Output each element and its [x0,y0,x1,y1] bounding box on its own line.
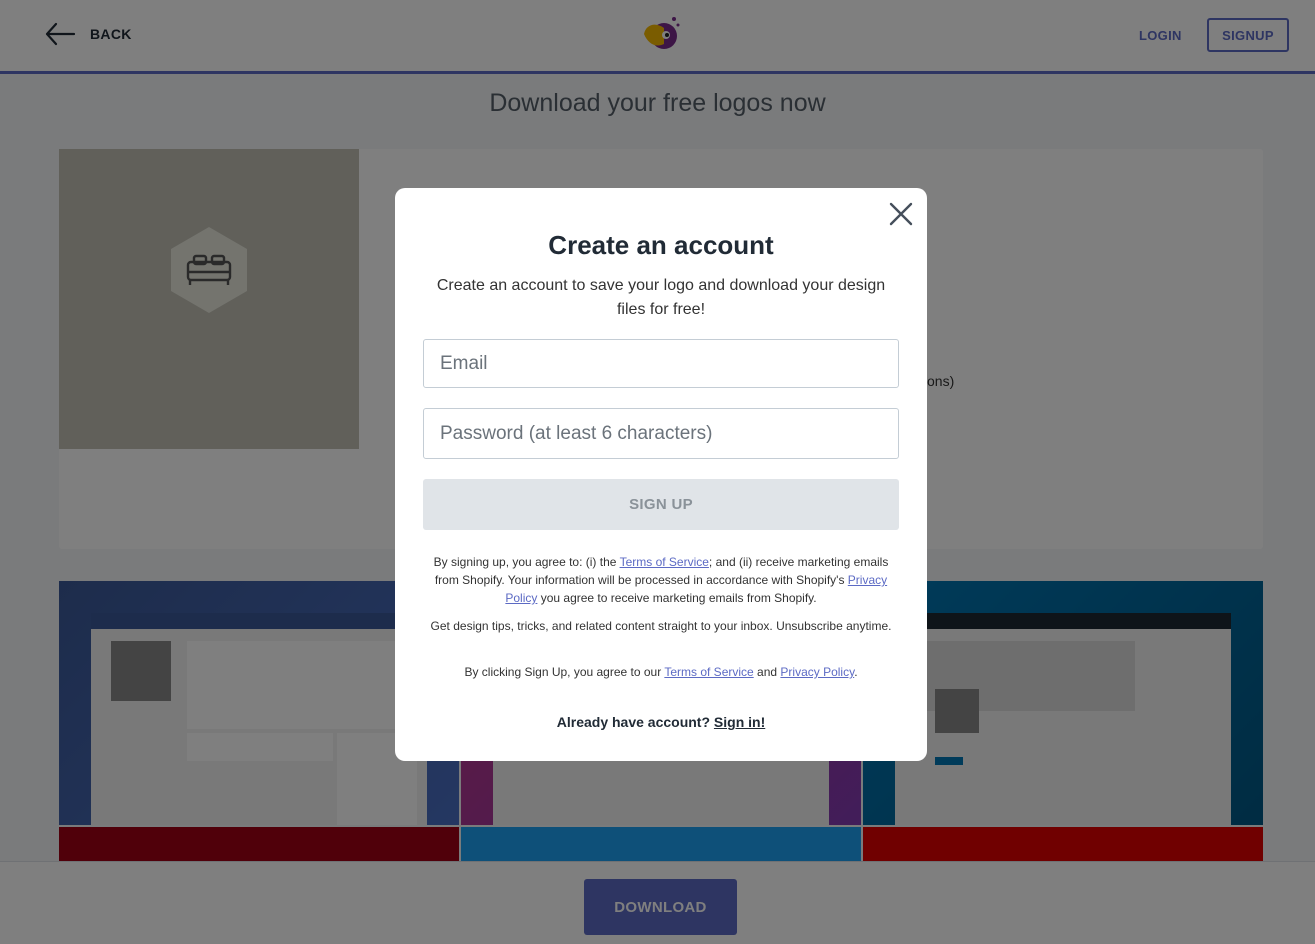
password-input[interactable] [423,408,899,459]
legal-text-part: By clicking Sign Up, you agree to our [464,665,665,679]
sign-in-link[interactable]: Sign in! [714,714,765,730]
legal-text-part: By signing up, you agree to: (i) the [433,555,620,569]
legal-text-part: you agree to receive marketing emails fr… [537,591,817,605]
terms-of-service-link-2[interactable]: Terms of Service [664,665,753,679]
create-account-modal: Create an account Create an account to s… [395,188,927,761]
close-icon[interactable] [887,200,915,228]
design-tips-text: Get design tips, tricks, and related con… [430,619,892,633]
legal-text-part: . [854,665,858,679]
already-text: Already have account? [556,714,714,730]
signup-agreement-text: By clicking Sign Up, you agree to our Te… [425,663,897,681]
modal-title: Create an account [548,230,774,260]
modal-subtitle: Create an account to save your logo and … [436,277,886,318]
legal-text-part: and [753,665,781,679]
terms-of-service-link[interactable]: Terms of Service [620,555,709,569]
already-have-account: Already have account? Sign in! [395,714,927,730]
sign-up-button[interactable]: SIGN UP [423,479,899,530]
privacy-policy-link-2[interactable]: Privacy Policy [780,665,854,679]
legal-consent-text: By signing up, you agree to: (i) the Ter… [425,553,897,607]
email-input[interactable] [423,339,899,388]
